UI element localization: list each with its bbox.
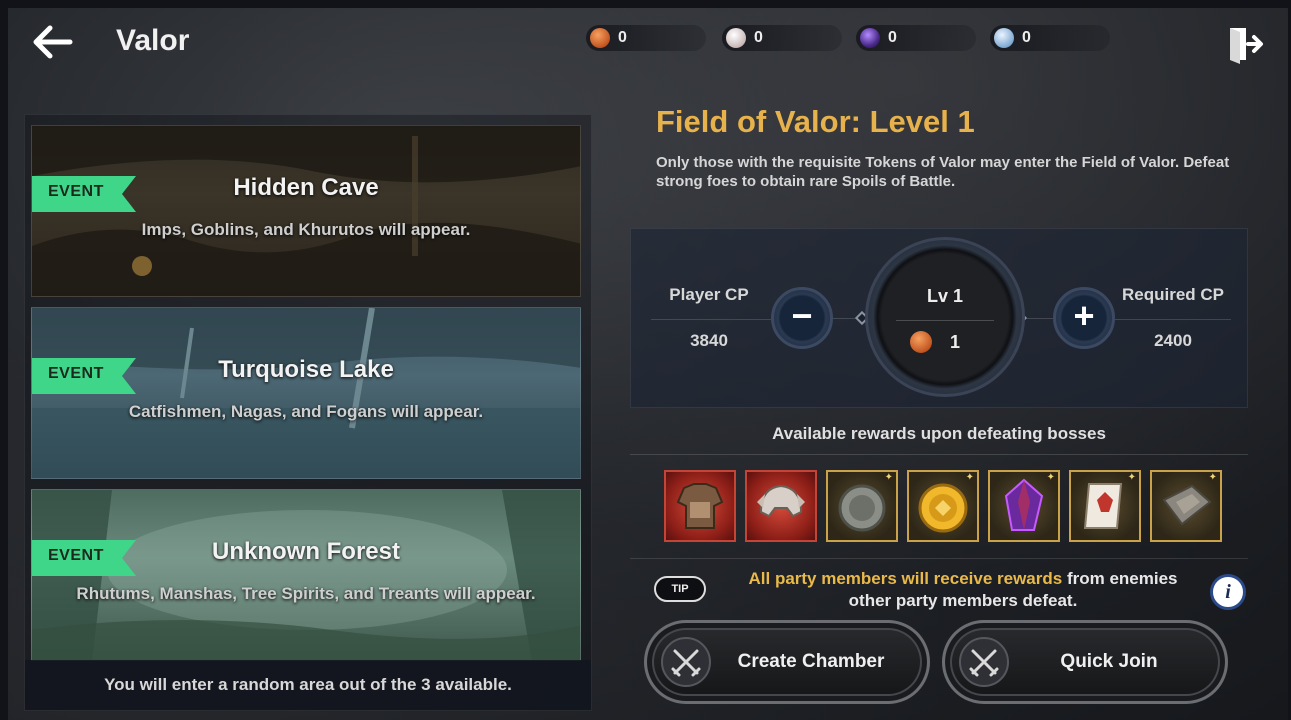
decrease-level-button[interactable]: − — [771, 287, 833, 349]
entry-cost: 1 — [910, 330, 990, 354]
star-icon: ✦ — [884, 472, 893, 483]
valor-token-icon — [910, 331, 932, 353]
minus-icon: − — [791, 295, 813, 336]
required-cp-label: Required CP — [1121, 285, 1225, 304]
currency-dark-orb: 0 — [856, 25, 976, 51]
stone-tablet-icon[interactable]: ✦ — [1150, 470, 1222, 542]
currency-silver-coin: 0 — [990, 25, 1110, 51]
area-description: Catfishmen, Nagas, and Fogans will appea… — [128, 402, 484, 421]
divider — [630, 558, 1248, 559]
tip-text: All party members will receive rewards f… — [708, 568, 1218, 612]
level-description: Only those with the requisite Tokens of … — [656, 154, 1230, 190]
dark-orb-icon — [860, 28, 880, 48]
area-name: Turquoise Lake — [218, 356, 394, 383]
star-icon: ✦ — [965, 472, 974, 483]
tip-rest-line1: from enemies — [1062, 569, 1178, 588]
cp-panel: Player CP 3840 Required CP 2400 − + Lv 1… — [630, 228, 1248, 408]
gold-medal-icon[interactable]: ✦ — [907, 470, 979, 542]
purple-crystal-icon[interactable]: ✦ — [988, 470, 1060, 542]
rewards-title: Available rewards upon defeating bosses — [772, 424, 1106, 443]
divider — [630, 454, 1248, 455]
create-chamber-label: Create Chamber — [737, 651, 885, 672]
random-area-note: You will enter a random area out of the … — [25, 660, 591, 710]
area-name: Hidden Cave — [233, 174, 379, 201]
silver-medal-icon[interactable]: ✦ — [826, 470, 898, 542]
star-icon: ✦ — [1046, 472, 1055, 483]
level-label: Lv 1 — [926, 286, 964, 306]
silver-coin-icon — [994, 28, 1014, 48]
page-title: Valor — [116, 24, 190, 57]
area-list-panel: EVENT Hidden Cave Imps, Goblins, and Khu… — [24, 114, 592, 711]
armor-chest-icon[interactable] — [664, 470, 736, 542]
scroll-icon[interactable]: ✦ — [1069, 470, 1141, 542]
level-dial: Lv 1 1 — [865, 237, 1025, 397]
divider — [651, 319, 771, 320]
pearl-icon — [726, 28, 746, 48]
area-description: Imps, Goblins, and Khurutos will appear. — [141, 220, 471, 239]
crossed-swords-icon — [959, 637, 1009, 687]
area-card-hidden-cave[interactable]: EVENT Hidden Cave Imps, Goblins, and Khu… — [31, 125, 581, 297]
level-title: Field of Valor: Level 1 — [656, 104, 975, 139]
player-cp-label: Player CP — [669, 285, 749, 304]
area-name: Unknown Forest — [211, 538, 400, 565]
area-card-turquoise-lake[interactable]: EVENT Turquoise Lake Catfishmen, Nagas, … — [31, 307, 581, 479]
player-cp-value: 3840 — [690, 331, 728, 350]
back-arrow-icon[interactable] — [28, 22, 76, 62]
divider — [896, 320, 994, 321]
tip-highlight: All party members will receive rewards — [748, 569, 1063, 588]
quick-join-label: Quick Join — [1060, 651, 1158, 672]
valor-screen: Valor 0 0 0 0 EVENT Hidden Cave Imps, Go… — [8, 8, 1288, 720]
tip-line2: other party members defeat. — [848, 591, 1078, 610]
area-description: Rhutums, Manshas, Tree Spirits, and Trea… — [76, 584, 536, 603]
currency-pearl: 0 — [722, 25, 842, 51]
helmet-icon[interactable] — [745, 470, 817, 542]
create-chamber-button[interactable]: Create Chamber — [644, 620, 930, 704]
required-cp-value: 2400 — [1154, 331, 1192, 350]
valor-token-icon — [590, 28, 610, 48]
info-icon[interactable]: i — [1210, 574, 1246, 610]
plus-icon: + — [1073, 295, 1095, 336]
tip-badge: TIP — [654, 576, 706, 602]
increase-level-button[interactable]: + — [1053, 287, 1115, 349]
area-card-unknown-forest[interactable]: EVENT Unknown Forest Rhutums, Manshas, T… — [31, 489, 581, 661]
exit-icon[interactable] — [1224, 24, 1264, 64]
quick-join-button[interactable]: Quick Join — [942, 620, 1228, 704]
star-icon: ✦ — [1127, 472, 1136, 483]
crossed-swords-icon — [661, 637, 711, 687]
currency-valor-token: 0 — [586, 25, 706, 51]
star-icon: ✦ — [1208, 472, 1217, 483]
top-bar: Valor 0 0 0 0 — [8, 8, 1288, 78]
divider — [1111, 319, 1231, 320]
